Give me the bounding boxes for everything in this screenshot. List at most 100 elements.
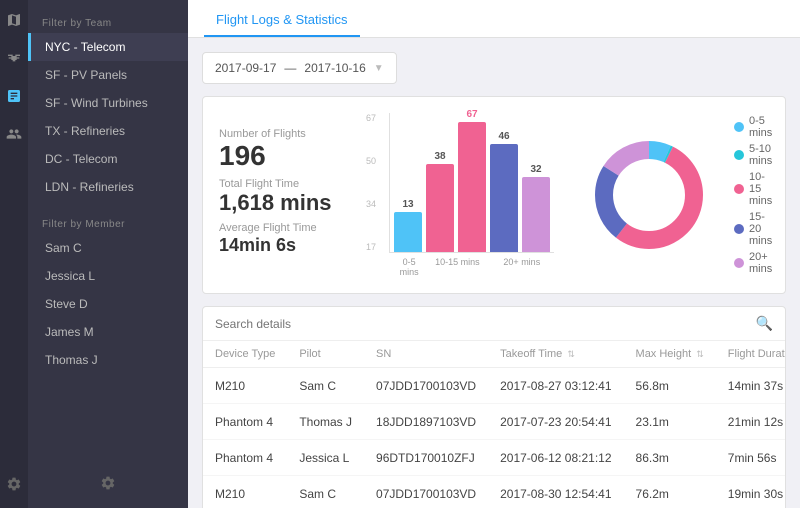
table-row: M210 Sam C 07JDD1700103VD 2017-08-27 03:…: [203, 368, 786, 404]
cell-takeoff-time: 2017-08-27 03:12:41: [488, 368, 623, 404]
bar-group-20a: 46: [490, 131, 518, 252]
filter-by-member-label: Filter by Member: [28, 211, 188, 234]
cell-sn: 07JDD1700103VD: [364, 476, 488, 508]
legend-20-plus: 20+ mins: [734, 251, 772, 275]
data-table: Device Type Pilot SN Takeoff Time ⇅ Max …: [203, 341, 786, 508]
search-icon: 🔍: [756, 315, 773, 332]
bar-0-5: [394, 212, 422, 252]
search-input[interactable]: [215, 317, 750, 331]
y-label-3: 50: [366, 156, 376, 166]
sidebar-item-thomas-j[interactable]: Thomas J: [28, 346, 188, 374]
sidebar-item-ldn-refineries[interactable]: LDN - Refineries: [28, 173, 188, 201]
cell-flight-duration: 19min 30s: [716, 476, 786, 508]
cell-takeoff-time: 2017-07-23 20:54:41: [488, 404, 623, 440]
col-device-type: Device Type: [203, 341, 287, 368]
sidebar-item-nyc-telecom[interactable]: NYC - Telecom: [28, 33, 188, 61]
sort-icon-height: ⇅: [696, 349, 704, 360]
legend-15-20: 15-20 mins: [734, 211, 772, 247]
cell-max-height: 56.8m: [624, 368, 716, 404]
cell-max-height: 23.1m: [624, 404, 716, 440]
legend-dot-0-5: [734, 122, 744, 132]
bar-value-10-15b: 67: [466, 109, 477, 120]
cell-flight-duration: 21min 12s: [716, 404, 786, 440]
cell-sn: 96DTD170010ZFJ: [364, 440, 488, 476]
settings-icon[interactable]: [6, 470, 22, 498]
col-takeoff-time[interactable]: Takeoff Time ⇅: [488, 341, 623, 368]
legend-label-5-10: 5-10 mins: [749, 143, 772, 167]
cell-device-type: M210: [203, 476, 287, 508]
y-label-2: 34: [366, 199, 376, 209]
tab-bar: Flight Logs & Statistics: [188, 0, 800, 38]
avg-time-value: 14min 6s: [219, 236, 359, 254]
cell-sn: 07JDD1700103VD: [364, 368, 488, 404]
x-label-20: 20+ mins: [490, 257, 554, 277]
cell-max-height: 76.2m: [624, 476, 716, 508]
cell-device-type: M210: [203, 368, 287, 404]
map-icon[interactable]: [4, 10, 24, 30]
legend-label-0-5: 0-5 mins: [749, 115, 772, 139]
bar-group-10-15b: 67: [458, 109, 486, 252]
bar-group-0-5: 13: [394, 199, 422, 252]
bar-chart-container: 67 50 34 17 13 38: [379, 113, 564, 277]
stats-icon[interactable]: [4, 86, 24, 106]
cell-pilot: Jessica L: [287, 440, 364, 476]
main-content: Flight Logs & Statistics 2017-09-17 — 20…: [188, 0, 800, 508]
sidebar-item-dc-telecom[interactable]: DC - Telecom: [28, 145, 188, 173]
sidebar-item-sf-pv-panels[interactable]: SF - PV Panels: [28, 61, 188, 89]
filter-by-team-label: Filter by Team: [28, 10, 188, 33]
donut-chart: [584, 130, 714, 260]
table-row: Phantom 4 Jessica L 96DTD170010ZFJ 2017-…: [203, 440, 786, 476]
sidebar-item-james-m[interactable]: James M: [28, 318, 188, 346]
date-start: 2017-09-17: [215, 61, 276, 75]
content-area: 2017-09-17 — 2017-10-16 ▼ Number of Flig…: [188, 38, 800, 508]
legend-dot-5-10: [734, 150, 744, 160]
team-icon[interactable]: [4, 124, 24, 144]
col-max-height[interactable]: Max Height ⇅: [624, 341, 716, 368]
cell-takeoff-time: 2017-08-30 12:54:41: [488, 476, 623, 508]
sidebar-item-sam-c[interactable]: Sam C: [28, 234, 188, 262]
bar-10-15b: [458, 122, 486, 252]
bar-20b: [522, 177, 550, 252]
chevron-down-icon: ▼: [374, 63, 384, 74]
sidebar-item-steve-d[interactable]: Steve D: [28, 290, 188, 318]
total-time-label: Total Flight Time: [219, 178, 359, 190]
cell-flight-duration: 14min 37s: [716, 368, 786, 404]
search-bar: 🔍: [203, 307, 785, 341]
bar-value-20a: 46: [498, 131, 509, 142]
legend-0-5: 0-5 mins: [734, 115, 772, 139]
date-filter[interactable]: 2017-09-17 — 2017-10-16 ▼: [202, 52, 397, 84]
avg-time-label: Average Flight Time: [219, 222, 359, 234]
drone-icon[interactable]: [4, 48, 24, 68]
table-header-row: Device Type Pilot SN Takeoff Time ⇅ Max …: [203, 341, 786, 368]
col-pilot: Pilot: [287, 341, 364, 368]
x-label-10-15: 10-15 mins: [425, 257, 489, 277]
sidebar-item-jessica-l[interactable]: Jessica L: [28, 262, 188, 290]
cell-flight-duration: 7min 56s: [716, 440, 786, 476]
y-label-4: 67: [366, 113, 376, 123]
bar-group-20b: 32: [522, 164, 550, 252]
legend-dot-15-20: [734, 224, 744, 234]
flight-log-table: 🔍 Device Type Pilot SN Takeoff Time ⇅ Ma…: [202, 306, 786, 508]
sidebar-item-tx-refineries[interactable]: TX - Refineries: [28, 117, 188, 145]
cell-pilot: Sam C: [287, 368, 364, 404]
legend-dot-10-15: [734, 184, 744, 194]
bar-20a: [490, 144, 518, 252]
tab-flight-logs[interactable]: Flight Logs & Statistics: [204, 4, 360, 37]
cell-takeoff-time: 2017-06-12 08:21:12: [488, 440, 623, 476]
cell-device-type: Phantom 4: [203, 440, 287, 476]
bar-10-15a: [426, 164, 454, 252]
icon-bar: [0, 0, 28, 508]
bar-value-10-15a: 38: [434, 151, 445, 162]
cell-sn: 18JDD1897103VD: [364, 404, 488, 440]
bar-value-20b: 32: [530, 164, 541, 175]
table-row: M210 Sam C 07JDD1700103VD 2017-08-30 12:…: [203, 476, 786, 508]
sidebar-item-sf-wind-turbines[interactable]: SF - Wind Turbines: [28, 89, 188, 117]
sidebar: Filter by Team NYC - Telecom SF - PV Pan…: [28, 0, 188, 508]
num-flights-label: Number of Flights: [219, 128, 359, 140]
legend-label-20-plus: 20+ mins: [749, 251, 772, 275]
sidebar-gear-icon[interactable]: [100, 475, 116, 494]
col-sn: SN: [364, 341, 488, 368]
bar-group-10-15a: 38: [426, 151, 454, 252]
table-row: Phantom 4 Thomas J 18JDD1897103VD 2017-0…: [203, 404, 786, 440]
col-flight-duration[interactable]: Flight Duration ⇅: [716, 341, 786, 368]
